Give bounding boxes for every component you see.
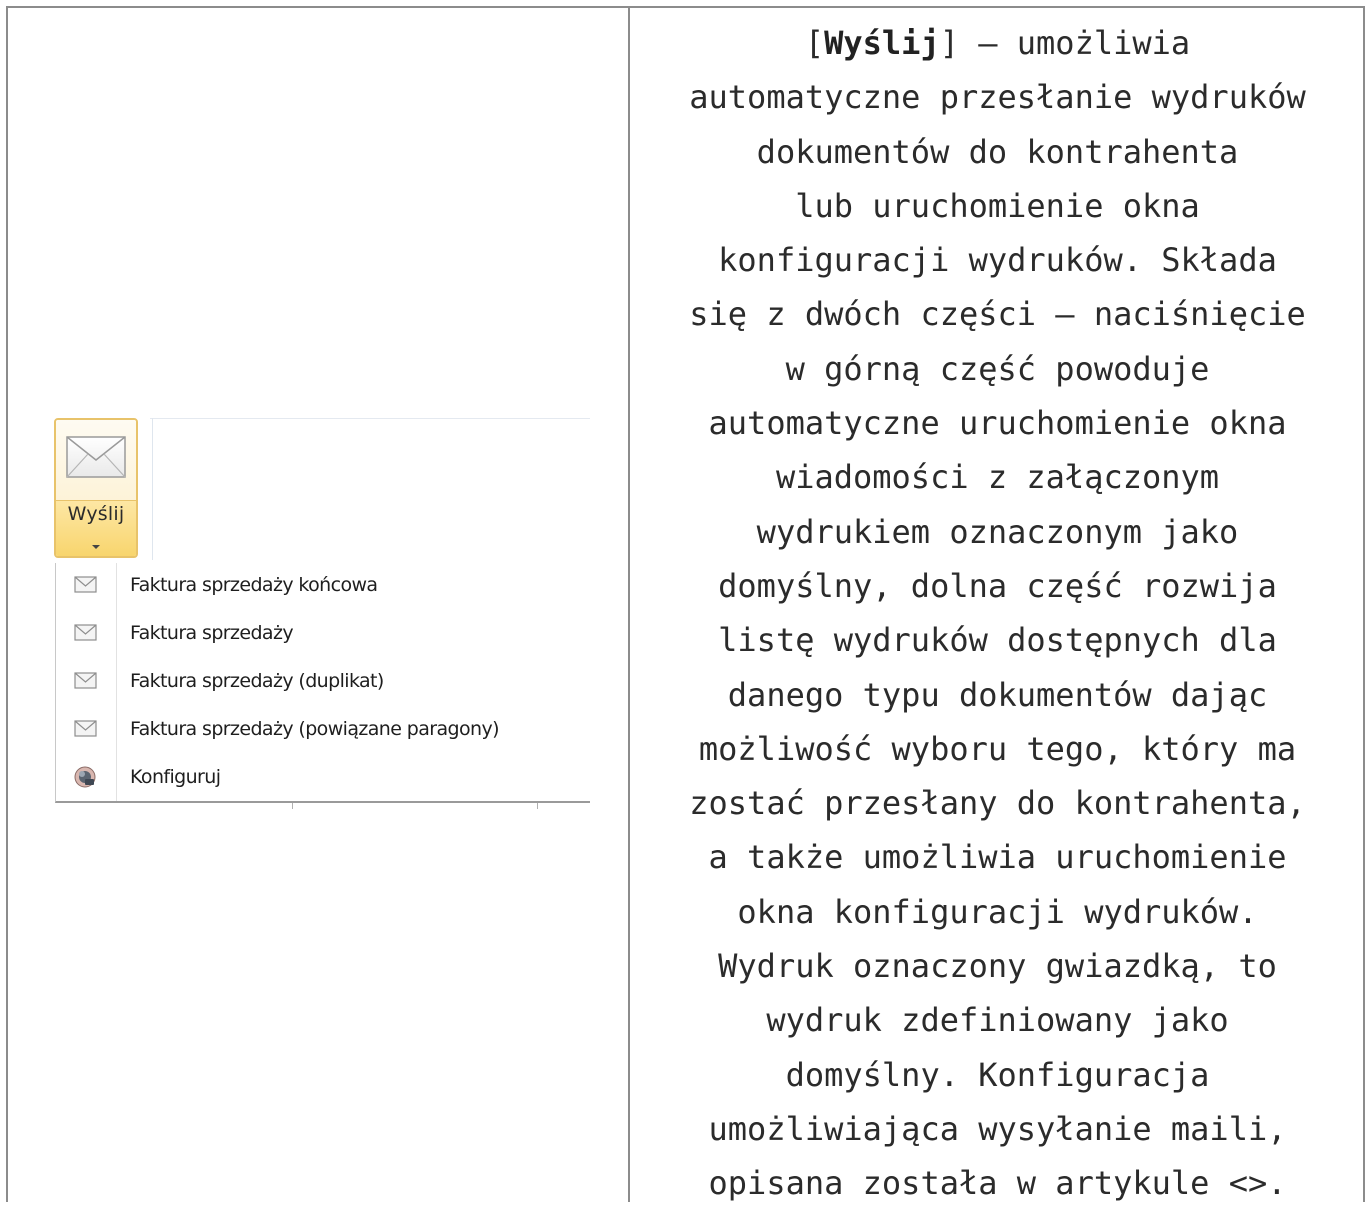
send-dropdown-menu: Faktura sprzedaży końcowa Faktura sprzed… xyxy=(55,563,590,803)
description-line: zostać przesłany do kontrahenta, xyxy=(689,784,1306,823)
ribbon-separator xyxy=(152,418,153,560)
description-line: Wydruk oznaczony gwiazdką, to xyxy=(718,947,1277,986)
description-line: listę wydruków dostępnych dla xyxy=(718,621,1277,660)
send-button-label: Wyślij xyxy=(67,503,125,525)
tick-mark xyxy=(537,803,538,809)
menu-item-faktura-powiazane[interactable]: Faktura sprzedaży (powiązane paragony) xyxy=(56,707,590,753)
envelope-icon xyxy=(66,436,126,478)
description-line: automatyczne przesłanie wydruków xyxy=(689,78,1306,117)
description-line: [Wyślij] – umożliwia xyxy=(630,16,1365,70)
config-icon xyxy=(74,766,96,788)
description-line: wydruk zdefiniowany jako xyxy=(766,1001,1229,1040)
button-name: Wyślij xyxy=(824,24,940,62)
description-line: domyślny. Konfiguracja xyxy=(785,1055,1210,1094)
envelope-icon xyxy=(74,672,97,689)
description-line: dokumentów do kontrahenta xyxy=(756,132,1239,171)
description-line: wiadomości z załączonym xyxy=(775,458,1220,497)
menu-item-faktura[interactable]: Faktura sprzedaży xyxy=(56,611,590,657)
menu-item-faktura-duplikat[interactable]: Faktura sprzedaży (duplikat) xyxy=(56,659,590,705)
menu-item-label: Faktura sprzedaży (duplikat) xyxy=(130,670,384,692)
menu-item-label: Faktura sprzedaży końcowa xyxy=(130,574,378,596)
description-line: konfiguracji wydruków. Składa xyxy=(718,241,1277,280)
chevron-down-icon xyxy=(92,545,100,549)
description-line: okna konfiguracji wydruków. xyxy=(737,892,1258,931)
menu-item-faktura-koncowa[interactable]: Faktura sprzedaży końcowa xyxy=(56,563,590,609)
ribbon-top-line xyxy=(150,418,590,419)
description-line: lub uruchomienie okna xyxy=(795,186,1200,225)
tick-mark xyxy=(292,803,293,809)
description-line: wydrukiem oznaczonym jako xyxy=(756,512,1239,551)
description-line: w górną część powoduje xyxy=(785,349,1210,388)
send-button-dropdown[interactable]: Wyślij xyxy=(56,501,136,556)
description-line: danego typu dokumentów dając xyxy=(727,675,1268,714)
menu-item-konfiguruj[interactable]: Konfiguruj xyxy=(56,755,590,801)
description-line: umożliwiająca wysyłanie maili, xyxy=(708,1109,1287,1148)
send-split-button[interactable]: Wyślij xyxy=(54,418,138,558)
description-line: a także umożliwia uruchomienie xyxy=(708,838,1287,877)
menu-item-label: Konfiguruj xyxy=(130,766,221,788)
description-line: opisana została w artykule <>. xyxy=(708,1164,1287,1203)
description-line: automatyczne uruchomienie okna xyxy=(708,404,1287,443)
envelope-icon xyxy=(74,720,97,737)
open-bracket: [ xyxy=(804,24,825,62)
menu-item-label: Faktura sprzedaży xyxy=(130,622,294,644)
envelope-icon xyxy=(74,576,97,593)
description-text: [Wyślij] – umożliwia automatyczne przesł… xyxy=(630,16,1365,1211)
description-line: możliwość wyboru tego, który ma xyxy=(698,729,1297,768)
menu-item-label: Faktura sprzedaży (powiązane paragony) xyxy=(130,718,500,740)
envelope-icon xyxy=(74,624,97,641)
description-line: domyślny, dolna część rozwija xyxy=(718,566,1277,605)
send-menu-screenshot: Wyślij Faktura sprzedaży końcowa Faktura… xyxy=(52,415,590,809)
description-line-rest: ] – umożliwia xyxy=(939,24,1191,62)
send-button-top[interactable] xyxy=(56,420,136,501)
description-line: się z dwóch części – naciśnięcie xyxy=(689,295,1306,334)
